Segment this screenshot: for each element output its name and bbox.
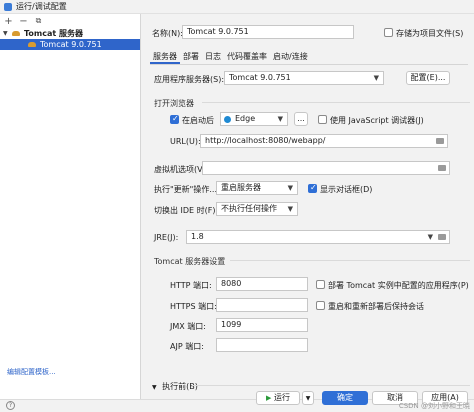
tab-logs[interactable]: 日志 (202, 50, 224, 64)
preserve-sessions-label: 重启和重新部署后保持会话 (328, 302, 424, 311)
config-tabs: 服务器 部署 日志 代码覆盖率 启动/连接 (150, 50, 311, 64)
show-dialog-label: 显示对话框(D) (320, 185, 373, 194)
app-server-value: Tomcat 9.0.751 (229, 73, 291, 82)
section-divider (202, 102, 470, 103)
run-button-label: 运行 (273, 393, 290, 402)
url-input[interactable]: http://localhost:8080/webapp/ (200, 134, 448, 148)
run-button[interactable]: ▶ 运行 (256, 391, 300, 405)
chevron-down-icon: ▼ (373, 74, 379, 82)
tomcat-icon (28, 41, 37, 48)
frame-deactivation-value: 不执行任何操作 (221, 204, 277, 213)
folder-icon[interactable] (436, 138, 444, 144)
deploy-configured-apps-label: 部署 Tomcat 实例中配置的应用程序(P) (328, 281, 469, 290)
configure-button[interactable]: 配置(E)... (406, 71, 450, 85)
vm-options-label: 虚拟机选项(V): (154, 165, 209, 174)
chevron-down-icon: ▼ (427, 233, 433, 241)
app-server-select[interactable]: Tomcat 9.0.751 ▼ (224, 71, 384, 85)
folder-icon[interactable] (438, 234, 446, 240)
copy-icon[interactable]: ⧉ (34, 16, 43, 26)
https-port-input[interactable] (216, 298, 308, 312)
js-debugger-checkbox[interactable] (318, 115, 327, 124)
tomcat-settings-section-title: Tomcat 服务器设置 (154, 257, 226, 266)
ajp-port-input[interactable] (216, 338, 308, 352)
jmx-port-input[interactable]: 1099 (216, 318, 308, 332)
vm-options-input[interactable] (202, 161, 450, 175)
tree-item-tomcat-server[interactable]: ▼ Tomcat 服务器 (0, 28, 140, 39)
jre-label: JRE(J): (154, 233, 179, 242)
edit-templates-link[interactable]: 编辑配置模板... (7, 367, 56, 377)
tab-deployment[interactable]: 部署 (180, 50, 202, 64)
on-update-label: 执行"更新"操作... (154, 185, 217, 194)
https-port-label: HTTPS 端口: (170, 302, 217, 311)
url-label: URL(U): (170, 137, 201, 146)
browser-select[interactable]: Edge ▼ (220, 112, 288, 126)
after-launch-checkbox[interactable] (170, 114, 179, 124)
expand-icon[interactable] (438, 165, 446, 171)
name-label: 名称(N): (152, 29, 183, 38)
chevron-down-icon: ▼ (277, 115, 283, 123)
before-launch-toggle[interactable]: ▼ 执行前(B) (152, 381, 198, 392)
store-as-project-file-checkbox[interactable] (384, 28, 393, 37)
deploy-configured-apps-checkbox[interactable] (316, 280, 325, 289)
open-browser-section-title: 打开浏览器 (154, 99, 194, 108)
app-icon (4, 2, 12, 11)
on-update-value: 重启服务器 (221, 183, 261, 192)
tab-code-coverage[interactable]: 代码覆盖率 (224, 50, 270, 64)
configuration-tree-pane: + − ⧉ ▼ Tomcat 服务器 Tomcat 9.0.751 编辑配置模板… (0, 14, 141, 399)
app-server-label: 应用程序服务器(S): (154, 75, 225, 84)
ajp-port-label: AJP 端口: (170, 342, 204, 351)
section-divider (192, 385, 470, 386)
http-port-input[interactable]: 8080 (216, 277, 308, 291)
chevron-down-icon[interactable]: ▼ (3, 30, 10, 37)
store-as-project-file-label: 存储为项目文件(S) (396, 29, 464, 38)
section-divider (230, 260, 470, 261)
frame-deactivation-select[interactable]: 不执行任何操作 ▼ (216, 202, 298, 216)
jmx-port-label: JMX 端口: (170, 322, 206, 331)
play-icon: ▶ (266, 394, 272, 402)
tree-toolbar: + − ⧉ (0, 14, 140, 28)
remove-icon[interactable]: − (19, 16, 28, 27)
jre-value: 1.8 (191, 232, 204, 241)
jre-select[interactable]: 1.8 ▼ (186, 230, 450, 244)
tab-server[interactable]: 服务器 (150, 50, 180, 64)
before-launch-label: 执行前(B) (162, 382, 198, 391)
window-title: 运行/调试配置 (16, 2, 67, 11)
show-dialog-checkbox[interactable] (308, 183, 317, 193)
help-icon[interactable]: ? (6, 401, 15, 410)
tab-startup-connection[interactable]: 启动/连接 (270, 50, 311, 64)
watermark-text: CSDN @刘小野和王晓 (398, 402, 470, 410)
browser-more-button[interactable]: ... (294, 112, 308, 126)
js-debugger-label: 使用 JavaScript 调试器(J) (330, 116, 424, 125)
after-launch-label: 在启动后 (182, 116, 214, 125)
chevron-down-icon: ▼ (152, 384, 157, 391)
dialog-footer: ? ▶ 运行 ▼ 确定 取消 应用(A) CSDN @刘小野和王晓 (0, 391, 474, 412)
name-input[interactable]: Tomcat 9.0.751 (182, 25, 354, 39)
preserve-sessions-checkbox[interactable] (316, 301, 325, 310)
frame-deactivation-label: 切换出 IDE 时(F): (154, 206, 219, 215)
browser-value: Edge (235, 114, 256, 123)
on-update-select[interactable]: 重启服务器 ▼ (216, 181, 298, 195)
tree-item-label: Tomcat 9.0.751 (40, 40, 102, 49)
chevron-down-icon: ▼ (287, 205, 293, 213)
url-value: http://localhost:8080/webapp/ (205, 136, 326, 145)
http-port-label: HTTP 端口: (170, 281, 212, 290)
chevron-down-icon: ▼ (287, 184, 293, 192)
edge-icon (224, 116, 231, 123)
window-titlebar: 运行/调试配置 (0, 0, 474, 14)
chevron-down-icon: ▼ (305, 395, 311, 402)
tomcat-icon (12, 30, 21, 37)
add-icon[interactable]: + (4, 16, 13, 27)
tabs-divider (150, 64, 468, 65)
tree-item-tomcat-config[interactable]: Tomcat 9.0.751 (0, 39, 140, 50)
run-options-button[interactable]: ▼ (302, 391, 314, 405)
configuration-editor: 名称(N): Tomcat 9.0.751 存储为项目文件(S) 服务器 部署 … (142, 14, 474, 399)
tree-item-label: Tomcat 服务器 (24, 29, 83, 38)
ok-button[interactable]: 确定 (322, 391, 368, 405)
